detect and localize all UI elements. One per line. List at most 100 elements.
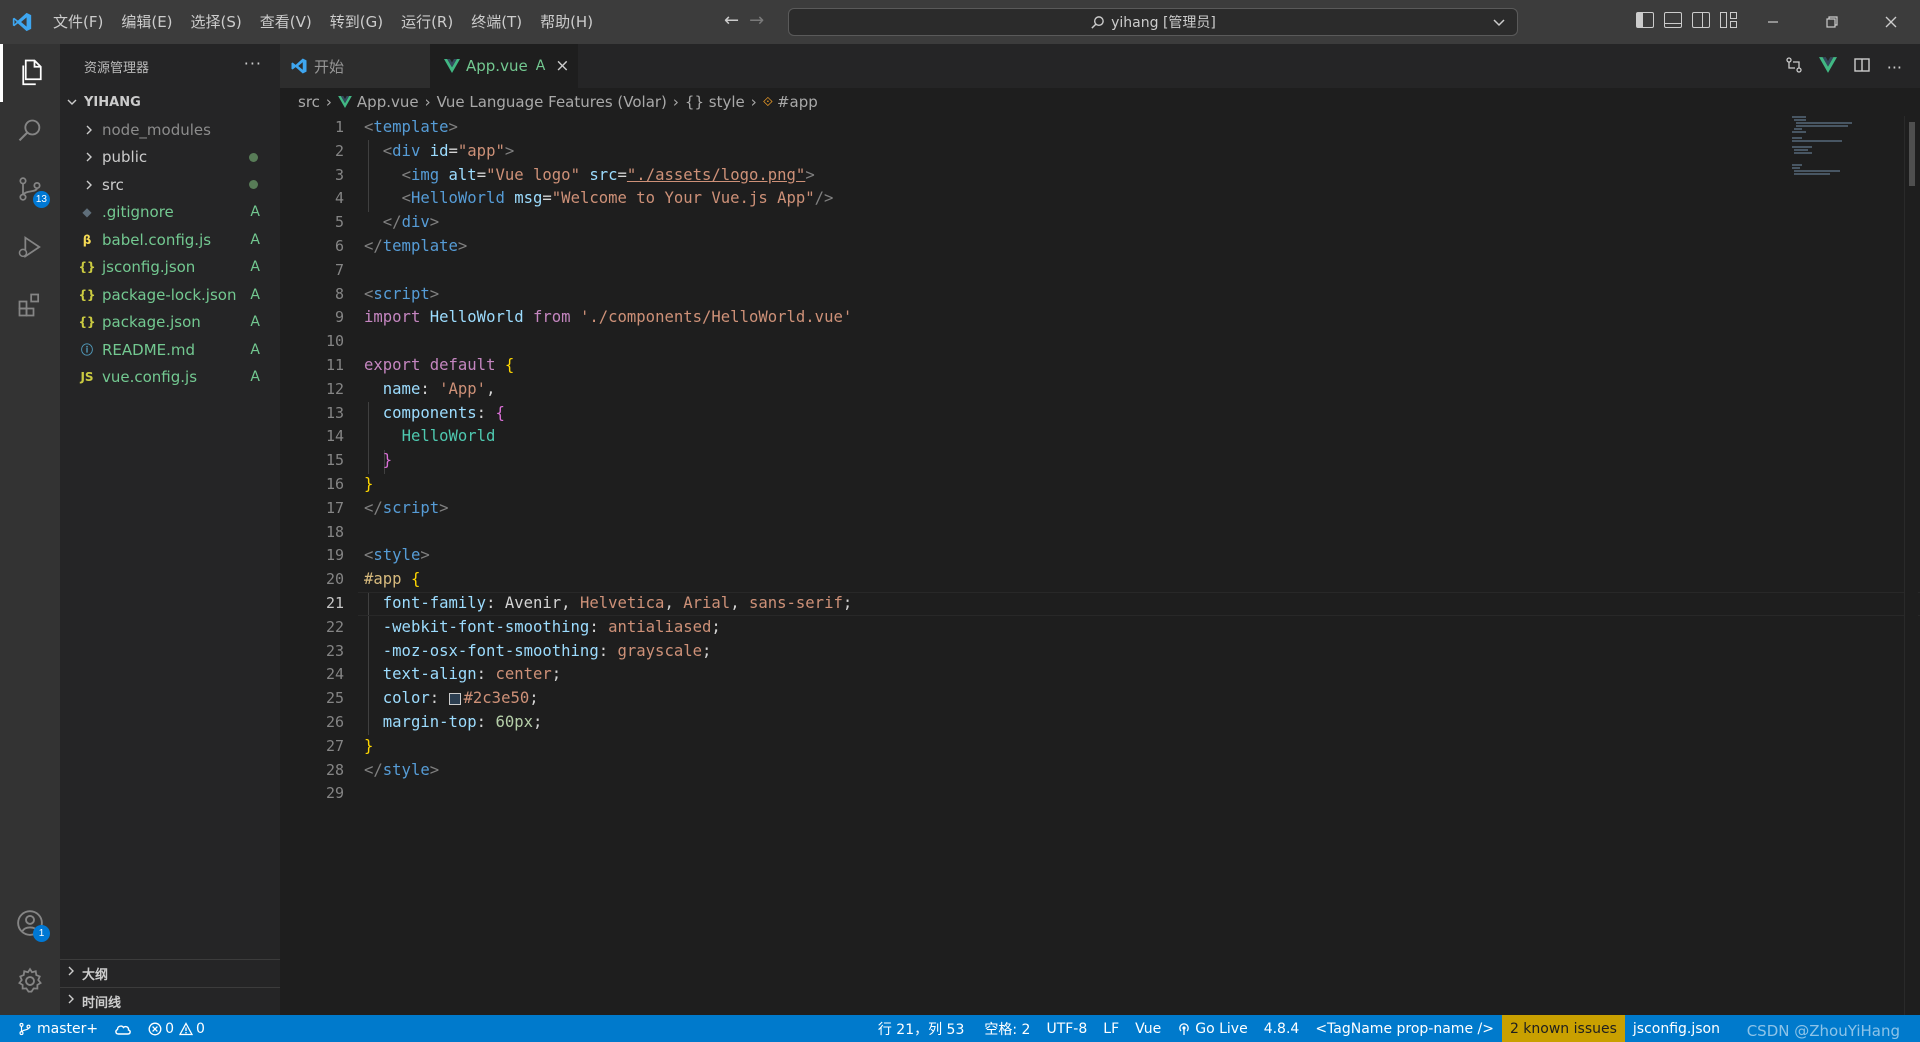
- tab-app-vue[interactable]: App.vue A ×: [430, 44, 578, 88]
- end-of-line[interactable]: LF: [1095, 1015, 1127, 1042]
- toggle-secondary-sidebar-icon[interactable]: [1692, 12, 1710, 28]
- folder-item[interactable]: node_modules: [60, 116, 280, 144]
- tag-name-case[interactable]: <TagName prop-name />: [1307, 1015, 1502, 1042]
- code-token: >: [439, 498, 449, 517]
- explorer-sidebar: 资源管理器 ··· YIHANG node_modules public src ◆.…: [60, 44, 280, 1015]
- vue-file-icon: [444, 59, 460, 73]
- menu-item[interactable]: 选择(S): [182, 0, 251, 44]
- encoding[interactable]: UTF-8: [1038, 1015, 1095, 1042]
- menu-item[interactable]: 文件(F): [44, 0, 112, 44]
- forward-arrow-icon[interactable]: →: [749, 10, 764, 31]
- typescript-version[interactable]: 4.8.4: [1256, 1015, 1308, 1042]
- chevron-down-icon[interactable]: [1491, 14, 1507, 30]
- file-item[interactable]: β babel.config.js A: [60, 226, 280, 254]
- minimize-button[interactable]: [1743, 0, 1802, 44]
- code-token: ,: [730, 593, 749, 612]
- manage-gear-icon[interactable]: [0, 952, 60, 1010]
- menu-item[interactable]: 运行(R): [392, 0, 462, 44]
- tab-welcome[interactable]: 开始: [280, 44, 430, 88]
- line-number: 10: [325, 332, 344, 351]
- timeline-section[interactable]: 时间线: [60, 987, 280, 1014]
- code-token: : Avenir,: [486, 593, 580, 612]
- source-control-activity-icon[interactable]: 13: [0, 160, 60, 218]
- customize-layout-icon[interactable]: [1720, 12, 1738, 28]
- file-item[interactable]: {} package-lock.json A: [60, 281, 280, 309]
- more-actions-icon[interactable]: ···: [244, 54, 262, 73]
- code-token: >: [448, 118, 458, 136]
- close-window-button[interactable]: [1861, 0, 1920, 44]
- menu-item[interactable]: 转到(G): [321, 0, 392, 44]
- go-live-button[interactable]: Go Live: [1169, 1015, 1255, 1042]
- search-activity-icon[interactable]: [0, 102, 60, 160]
- outline-section[interactable]: 大纲: [60, 959, 280, 986]
- extensions-activity-icon[interactable]: [0, 276, 60, 334]
- command-center[interactable]: yihang [管理员]: [788, 8, 1518, 36]
- line-number: 11: [325, 355, 344, 374]
- code-line: <template>: [364, 116, 1864, 140]
- restore-button[interactable]: [1802, 0, 1861, 44]
- code-token: script: [382, 498, 440, 517]
- chevron-right-icon: [80, 124, 98, 136]
- more-actions-icon[interactable]: ···: [1887, 58, 1902, 77]
- scrollbar-thumb[interactable]: [1909, 122, 1915, 186]
- file-name: package-lock.json: [102, 285, 237, 304]
- warning-icon: [179, 1021, 194, 1036]
- editor-actions: ···: [1785, 56, 1902, 78]
- code-token: style: [373, 546, 421, 565]
- back-arrow-icon[interactable]: ←: [724, 10, 739, 31]
- folder-item[interactable]: public: [60, 144, 280, 172]
- accounts-activity-icon[interactable]: 1: [0, 894, 60, 952]
- menu-item[interactable]: 终端(T): [462, 0, 531, 44]
- file-item[interactable]: {} jsconfig.json A: [60, 254, 280, 282]
- code-editor[interactable]: 1 2 3 4 5 6 7 8 9 10 11 12 13 14 15 16 17 18 19 20 21 22 23 24 2…: [280, 116, 1920, 1015]
- indentation[interactable]: 空格: 2: [976, 1015, 1038, 1042]
- language-mode[interactable]: Vue: [1127, 1015, 1169, 1042]
- breadcrumb-item-src[interactable]: src: [298, 93, 320, 111]
- menu-item[interactable]: 查看(V): [251, 0, 321, 44]
- menu-item[interactable]: 帮助(H): [531, 0, 602, 44]
- code-token: </: [364, 498, 383, 517]
- sync-button[interactable]: [106, 1015, 140, 1042]
- menu-bar: 文件(F) 编辑(E) 选择(S) 查看(V) 转到(G) 运行(R) 终端(T) 帮助(H): [44, 0, 602, 44]
- color-swatch[interactable]: [448, 692, 461, 705]
- file-item[interactable]: JS vue.config.js A: [60, 364, 280, 392]
- vscode-logo-icon: [0, 0, 44, 44]
- run-debug-activity-icon[interactable]: [0, 218, 60, 276]
- split-editor-icon[interactable]: [1853, 56, 1871, 78]
- chevron-right-icon: [66, 993, 76, 1009]
- toggle-panel-icon[interactable]: [1664, 12, 1682, 28]
- folder-title[interactable]: YIHANG: [60, 88, 280, 116]
- menu-item[interactable]: 编辑(E): [112, 0, 181, 44]
- breadcrumb-item-selector[interactable]: #app: [777, 93, 818, 111]
- code-token: style: [382, 760, 430, 779]
- close-tab-icon[interactable]: ×: [555, 56, 569, 76]
- layout-controls: [1636, 12, 1738, 28]
- minimap[interactable]: [1790, 116, 1902, 176]
- go-live-label: Go Live: [1195, 1020, 1248, 1037]
- breadcrumb-item-file[interactable]: App.vue: [357, 93, 419, 111]
- cursor-position[interactable]: 行 21，列 53: [870, 1015, 977, 1042]
- vertical-scrollbar[interactable]: [1904, 116, 1918, 1015]
- known-issues-badge[interactable]: 2 known issues: [1501, 1015, 1625, 1042]
- code-token: ;: [533, 712, 543, 731]
- code-token: }: [364, 474, 374, 493]
- file-item[interactable]: ◆ .gitignore A: [60, 199, 280, 227]
- open-changes-icon[interactable]: [1785, 56, 1803, 78]
- problems-status[interactable]: 0 0: [140, 1015, 213, 1042]
- branch-status[interactable]: master+: [0, 1015, 106, 1042]
- file-item[interactable]: ⓘ README.md A: [60, 336, 280, 364]
- navigation-arrows: ← →: [724, 10, 764, 31]
- folder-item[interactable]: src: [60, 171, 280, 199]
- chevron-down-icon: [66, 96, 78, 108]
- line-number: 26: [325, 712, 344, 731]
- toggle-primary-sidebar-icon[interactable]: [1636, 12, 1654, 28]
- file-item[interactable]: {} package.json A: [60, 309, 280, 337]
- breadcrumb-item-language[interactable]: Vue Language Features (Volar): [437, 93, 667, 111]
- git-status: A: [250, 369, 260, 386]
- explorer-activity-icon[interactable]: [0, 44, 60, 102]
- code-line: color: #2c3e50;: [364, 687, 1864, 711]
- breadcrumb-item-style[interactable]: {} style: [685, 93, 745, 111]
- vue-preview-icon[interactable]: [1818, 57, 1837, 77]
